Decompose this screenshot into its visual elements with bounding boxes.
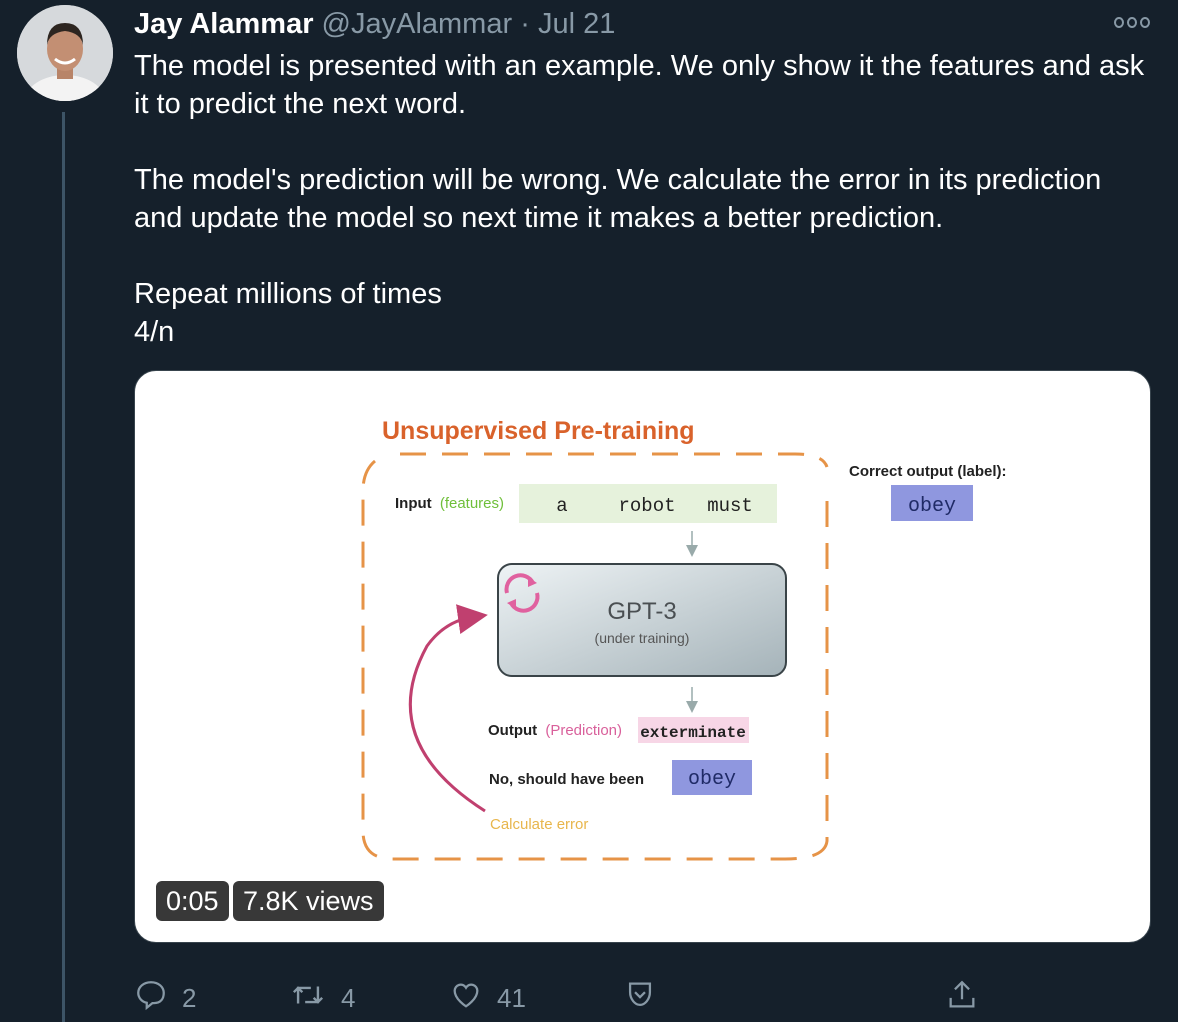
pretraining-diagram: Unsupervised Pre-training Correct output… (361, 417, 1007, 861)
video-time-badge: 0:05 (156, 881, 229, 921)
retweet-count: 4 (341, 982, 356, 1013)
author-name[interactable]: Jay Alammar (134, 8, 313, 40)
tweet-paragraph-1: The model is presented with an example. … (134, 50, 1145, 120)
tweet-actions: 2 4 41 (134, 978, 1154, 1018)
tweet-date[interactable]: Jul 21 (538, 8, 615, 40)
bookmark-icon (623, 978, 657, 1019)
retweet-button[interactable]: 4 (289, 978, 355, 1018)
output-word: Output (488, 722, 537, 739)
tweet-line-repeat: Repeat millions of times (134, 278, 442, 310)
input-token-1: a (556, 495, 567, 517)
like-count: 41 (497, 982, 526, 1013)
video-player[interactable]: Unsupervised Pre-training Correct output… (134, 370, 1151, 943)
author-handle[interactable]: @JayAlammar (322, 8, 513, 40)
input-word: Input (395, 495, 432, 512)
input-token-2: robot (618, 495, 675, 517)
like-button[interactable]: 41 (449, 978, 526, 1018)
model-name: GPT-3 (607, 598, 676, 625)
like-icon (449, 978, 483, 1019)
reply-button[interactable]: 2 (134, 978, 196, 1018)
avatar[interactable] (17, 5, 113, 101)
calculate-error: Calculate error (490, 816, 588, 833)
output-label: Output (Prediction) (488, 722, 622, 739)
features-word: (features) (440, 495, 504, 512)
video-views-badge: 7.8K views (233, 881, 384, 921)
tweet-text: The model is presented with an example. … (134, 47, 1154, 351)
correct-output-label: Correct output (label): (849, 463, 1007, 480)
should-have-been: No, should have been (489, 771, 644, 788)
tweet-line-count: 4/n (134, 316, 175, 348)
input-label: Input (features) (395, 495, 504, 512)
avatar-image (17, 5, 113, 101)
reply-count: 2 (182, 982, 197, 1013)
model-sub: (under training) (595, 630, 690, 646)
label-word: obey (908, 495, 956, 518)
share-button[interactable] (945, 978, 979, 1018)
correct-token: obey (688, 768, 736, 791)
feedback-arrow (408, 604, 488, 813)
thread-line (62, 112, 65, 1022)
bookmark-button[interactable] (623, 978, 657, 1018)
input-token-3: must (707, 495, 753, 517)
prediction-word: (Prediction) (545, 722, 622, 739)
prediction-token: exterminate (640, 724, 746, 742)
more-icon[interactable] (1114, 12, 1150, 32)
tweet-header: Jay Alammar @JayAlammar · Jul 21 (134, 4, 615, 44)
retweet-icon (289, 978, 327, 1019)
tweet-paragraph-2: The model's prediction will be wrong. We… (134, 164, 1102, 234)
diagram-title: Unsupervised Pre-training (382, 417, 695, 445)
reply-icon (134, 978, 168, 1019)
share-icon (945, 978, 979, 1019)
separator-dot: · (520, 8, 530, 40)
